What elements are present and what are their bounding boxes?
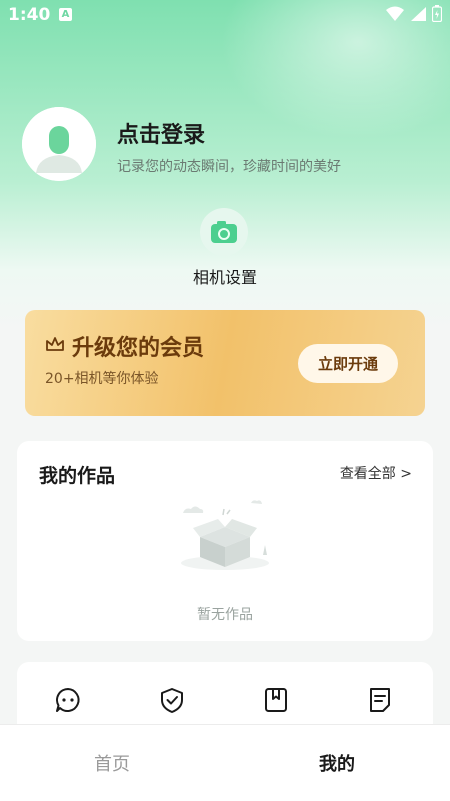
camera-settings-button[interactable] (200, 208, 248, 256)
signal-icon (411, 6, 426, 21)
empty-works-text: 暂无作品 (197, 607, 253, 623)
status-icons (386, 5, 442, 22)
login-subtitle: 记录您的动态瞬间，珍藏时间的美好 (117, 159, 341, 175)
battery-icon (432, 5, 442, 22)
camera-settings-label[interactable]: 相机设置 (0, 264, 450, 288)
works-title: 我的作品 (39, 465, 116, 487)
status-bar: 1:40 A (0, 0, 450, 32)
shield-check-icon[interactable] (158, 686, 186, 714)
chat-icon[interactable] (54, 686, 82, 714)
vip-title: 升级您的会员 (72, 336, 205, 361)
wifi-icon (386, 6, 404, 21)
empty-box-illustration (181, 500, 269, 570)
vip-open-button[interactable]: 立即开通 (298, 344, 398, 383)
crown-icon (46, 337, 64, 351)
bookmark-icon[interactable] (262, 686, 290, 714)
login-title[interactable]: 点击登录 (117, 117, 205, 149)
status-time: 1:40 (8, 5, 51, 25)
notification-a-icon: A (59, 8, 72, 21)
bottom-nav (0, 724, 450, 801)
camera-icon (211, 221, 237, 243)
nav-home[interactable]: 首页 (94, 750, 130, 776)
avatar[interactable] (22, 107, 96, 181)
nav-mine[interactable]: 我的 (319, 750, 355, 776)
document-icon[interactable] (366, 686, 394, 714)
vip-subtitle: 20+相机等你体验 (45, 371, 159, 387)
view-all-link[interactable]: 查看全部 > (340, 463, 412, 483)
user-icon (22, 107, 96, 181)
